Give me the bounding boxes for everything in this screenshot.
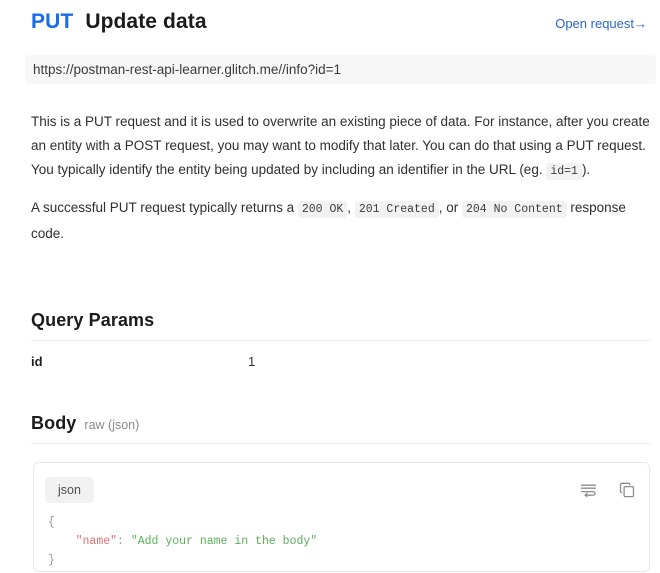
param-key: id (31, 354, 248, 369)
request-url-bar[interactable]: https://postman-rest-api-learner.glitch.… (25, 55, 656, 84)
code-block-toolbar: json (34, 463, 649, 507)
open-request-link[interactable]: Open request→ (555, 16, 650, 31)
code-indent (48, 535, 76, 548)
inline-code-204-no-content: 204 No Content (462, 201, 567, 218)
code-line-1: { (48, 513, 649, 532)
code-brace-open: { (48, 516, 55, 529)
request-description: This is a PUT request and it is used to … (31, 110, 652, 246)
open-request-label: Open request (555, 16, 634, 31)
code-brace-close: } (48, 554, 55, 567)
body-section: Body raw (json) (31, 413, 652, 444)
code-block-actions (580, 482, 635, 498)
body-title: Body (31, 413, 76, 434)
description-p2-sep-2: , or (439, 200, 462, 215)
page-title: Update data (85, 10, 206, 34)
query-params-section: Query Params id 1 (31, 310, 652, 369)
copy-icon[interactable] (619, 482, 635, 498)
request-url-text: https://postman-rest-api-learner.glitch.… (33, 62, 341, 77)
inline-code-id: id=1 (546, 163, 582, 180)
code-colon: : (117, 535, 131, 548)
code-line-3: } (48, 551, 649, 570)
code-line-2: "name": "Add your name in the body" (48, 532, 649, 551)
description-p1-text-b: ). (582, 162, 590, 177)
param-value: 1 (248, 354, 255, 369)
http-method-label: PUT (31, 10, 73, 34)
table-row: id 1 (31, 341, 652, 369)
description-paragraph-2: A successful PUT request typically retur… (31, 196, 652, 246)
description-p2-sep-1: , (347, 200, 355, 215)
body-divider (31, 443, 650, 444)
request-header: PUT Update data Open request→ (0, 0, 660, 42)
body-subtitle: raw (json) (84, 418, 139, 432)
body-heading: Body raw (json) (31, 413, 652, 443)
body-code-block: json { (33, 462, 650, 572)
description-p2-text-a: A successful PUT request typically retur… (31, 200, 298, 215)
query-params-heading: Query Params (31, 310, 652, 340)
word-wrap-icon[interactable] (580, 483, 597, 497)
inline-code-200-ok: 200 OK (298, 201, 347, 218)
code-content: { "name": "Add your name in the body"} (34, 507, 649, 570)
description-paragraph-1: This is a PUT request and it is used to … (31, 110, 652, 184)
request-documentation-page: PUT Update data Open request→ https://po… (0, 0, 660, 573)
arrow-right-icon: → (634, 16, 647, 31)
query-params-title: Query Params (31, 310, 154, 331)
language-badge: json (45, 477, 94, 504)
code-key-name: "name" (76, 535, 117, 548)
inline-code-201-created: 201 Created (355, 201, 439, 218)
code-value-name: "Add your name in the body" (131, 535, 317, 548)
